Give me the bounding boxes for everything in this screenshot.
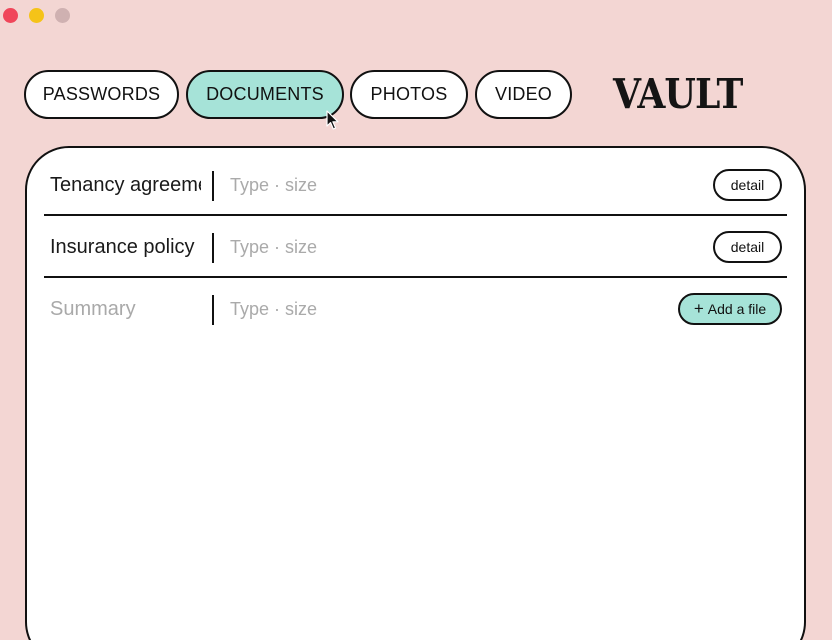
detail-button[interactable]: detail bbox=[713, 169, 782, 201]
app-window: PASSWORDS DOCUMENTS PHOTOS VIDEO VAULT T… bbox=[0, 0, 832, 640]
vault-logo: VAULT bbox=[613, 70, 743, 118]
minimize-window-button[interactable] bbox=[29, 8, 44, 23]
tab-passwords[interactable]: PASSWORDS bbox=[24, 70, 179, 119]
maximize-window-button[interactable] bbox=[55, 8, 70, 23]
document-name[interactable]: Insurance policy bbox=[50, 230, 201, 264]
tab-photos[interactable]: PHOTOS bbox=[350, 70, 468, 119]
mouse-pointer-icon bbox=[326, 110, 339, 130]
close-window-button[interactable] bbox=[3, 8, 18, 23]
tab-documents[interactable]: DOCUMENTS bbox=[186, 70, 344, 119]
type-size-input[interactable]: Type · size bbox=[230, 292, 317, 326]
document-row[interactable]: Tenancy agreement Type · size detail bbox=[27, 154, 804, 216]
new-document-row: Summary Type · size + Add a file bbox=[27, 278, 804, 340]
window-controls bbox=[3, 8, 70, 23]
add-file-label: Add a file bbox=[707, 301, 767, 317]
column-separator bbox=[212, 171, 214, 201]
plus-icon: + bbox=[693, 298, 704, 318]
column-separator bbox=[212, 295, 214, 325]
document-meta[interactable]: Type · size bbox=[230, 230, 317, 264]
column-separator bbox=[212, 233, 214, 263]
document-name[interactable]: Tenancy agreement bbox=[50, 168, 201, 202]
summary-input[interactable]: Summary bbox=[50, 292, 201, 326]
document-meta[interactable]: Type · size bbox=[230, 168, 317, 202]
document-row[interactable]: Insurance policy Type · size detail bbox=[27, 216, 804, 278]
documents-panel: Tenancy agreement Type · size detail Ins… bbox=[25, 146, 806, 640]
detail-button[interactable]: detail bbox=[713, 231, 782, 263]
tab-video[interactable]: VIDEO bbox=[475, 70, 572, 119]
add-file-button[interactable]: + Add a file bbox=[678, 293, 782, 325]
